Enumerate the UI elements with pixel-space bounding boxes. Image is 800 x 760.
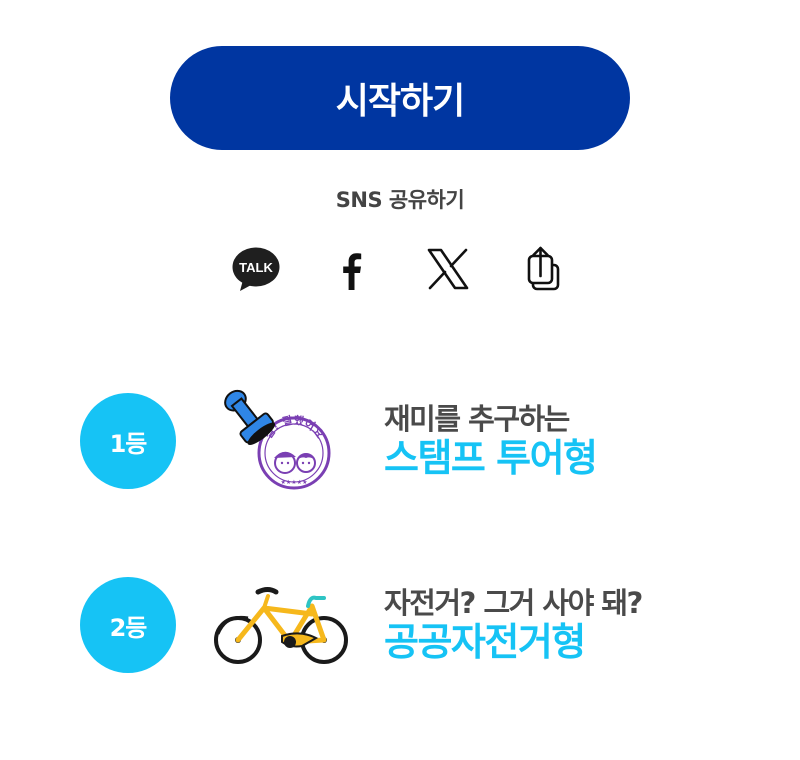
bicycle-image [212, 586, 352, 672]
kakaotalk-icon: TALK [232, 247, 280, 291]
stamp-image: 참! 잘했어요 ★★★★★ [214, 386, 336, 498]
rank-subtitle: 자전거? 그거 사야 돼? [384, 586, 643, 620]
sns-share-label: SNS 공유하기 [335, 188, 465, 212]
facebook-share-button[interactable] [326, 244, 376, 294]
rank-title: 공공자전거형 [384, 620, 586, 664]
rank-text-2: 자전거? 그거 사야 돼? 공공자전거형 [384, 586, 643, 664]
rank-badge-2: 2등 [80, 577, 176, 673]
x-icon [427, 248, 469, 290]
stamp-icon: 참! 잘했어요 ★★★★★ [224, 389, 331, 490]
share-button[interactable] [519, 244, 569, 294]
x-share-button[interactable] [423, 244, 473, 294]
start-button[interactable]: 시작하기 [170, 46, 630, 150]
share-buttons: TALK [0, 244, 800, 294]
rank-title: 스탬프 투어형 [384, 436, 598, 480]
svg-text:★★★★★: ★★★★★ [281, 479, 308, 486]
rank-subtitle: 재미를 추구하는 [384, 402, 570, 436]
kakaotalk-icon-text: TALK [239, 260, 273, 275]
facebook-icon [343, 253, 362, 290]
bicycle-icon [214, 587, 348, 664]
rank-text-1: 재미를 추구하는 스탬프 투어형 [384, 402, 598, 480]
share-icon [527, 246, 560, 291]
rank-badge-1: 1등 [80, 393, 176, 489]
kakaotalk-share-button[interactable]: TALK [231, 244, 281, 294]
